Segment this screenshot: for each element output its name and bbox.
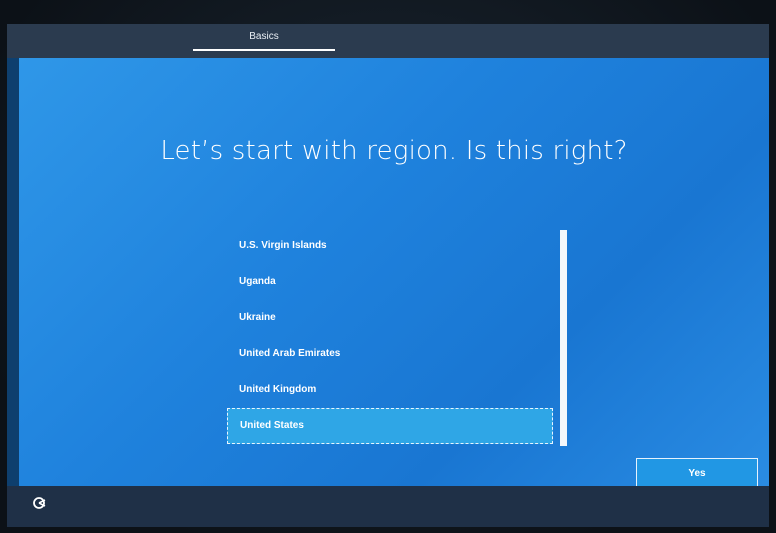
tab-basics-label: Basics: [249, 31, 279, 42]
list-item[interactable]: U.S. Virgin Islands: [227, 228, 553, 264]
tab-basics: Basics: [193, 24, 335, 58]
list-item-selected[interactable]: United States: [227, 408, 553, 444]
page-title: Let’s start with region. Is this right?: [160, 136, 628, 166]
list-item[interactable]: United Kingdom: [227, 372, 553, 408]
yes-button[interactable]: Yes: [636, 458, 758, 488]
region-list-scrollbar[interactable]: [560, 230, 567, 446]
main-panel: Let’s start with region. Is this right? …: [19, 58, 769, 488]
list-item[interactable]: Ukraine: [227, 300, 553, 336]
list-item[interactable]: United Arab Emirates: [227, 336, 553, 372]
bottom-bar: [7, 486, 769, 527]
active-tab-indicator: [193, 49, 335, 51]
ease-of-access-icon[interactable]: [31, 494, 49, 512]
top-progress-bar: Basics: [7, 24, 769, 58]
oobe-screen: Basics Let’s start with region. Is this …: [7, 24, 769, 527]
list-item[interactable]: Uganda: [227, 264, 553, 300]
region-list[interactable]: U.S. Virgin Islands Uganda Ukraine Unite…: [227, 228, 557, 458]
